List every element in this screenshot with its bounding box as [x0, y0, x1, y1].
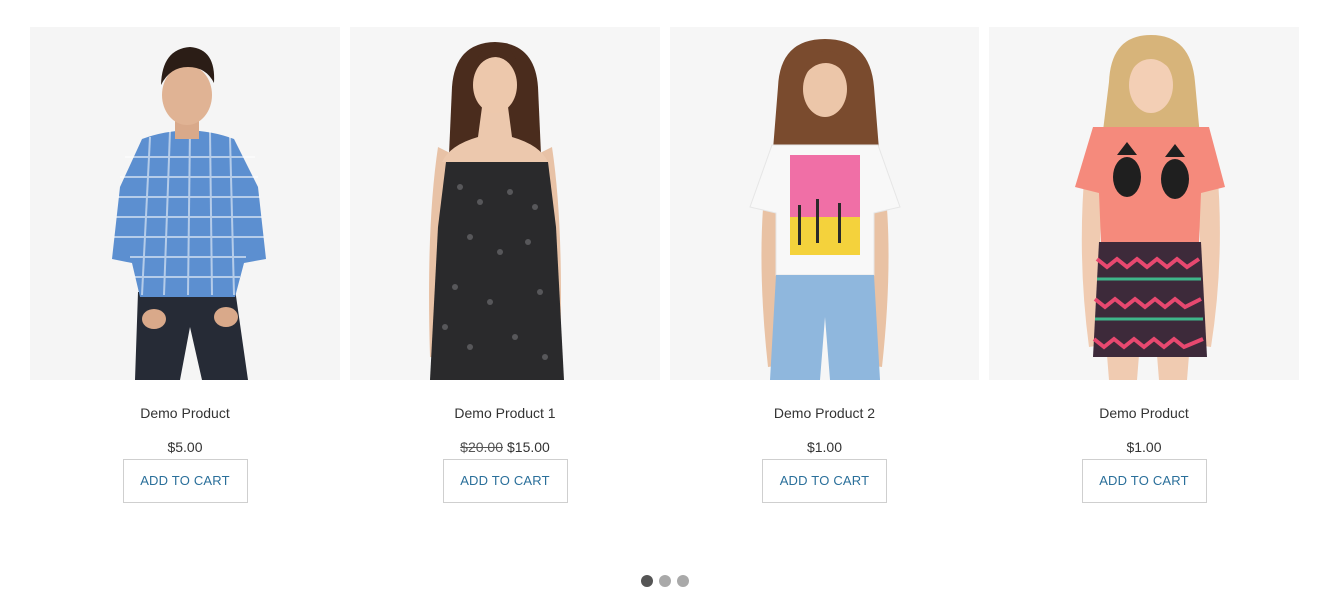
- add-to-cart-button[interactable]: ADD TO CART: [762, 459, 887, 503]
- add-to-cart-button[interactable]: ADD TO CART: [122, 459, 248, 503]
- product-card: Demo Product 1 $20.00 $15.00 ADD TO CART: [350, 27, 660, 503]
- product-price: $20.00 $15.00: [350, 437, 660, 457]
- product-card: Demo Product $5.00 ADD TO CART: [30, 27, 340, 503]
- add-to-cart-button[interactable]: ADD TO CART: [1081, 459, 1207, 503]
- product-name[interactable]: Demo Product 1: [350, 403, 660, 423]
- product-image[interactable]: [989, 27, 1299, 380]
- product-photo-tshirt-jeans: [670, 27, 979, 380]
- product-image[interactable]: [350, 27, 660, 380]
- product-photo-black-dress: [350, 27, 660, 380]
- product-name[interactable]: Demo Product 2: [670, 403, 979, 423]
- product-price-current: $1.00: [806, 439, 843, 455]
- pagination-dot-1[interactable]: [641, 575, 653, 587]
- product-price: $1.00: [989, 437, 1299, 457]
- pagination-dot-3[interactable]: [677, 575, 689, 587]
- product-price-current: $15.00: [507, 439, 550, 455]
- product-name[interactable]: Demo Product: [30, 403, 340, 423]
- product-name[interactable]: Demo Product: [989, 403, 1299, 423]
- product-photo-man: [30, 27, 340, 380]
- product-carousel: Demo Product $5.00 ADD TO CART Demo Prod…: [0, 0, 1332, 610]
- product-price-old: $20.00: [460, 439, 503, 455]
- product-price-current: $1.00: [1126, 439, 1162, 455]
- product-photo-coral-top-skirt: [989, 27, 1299, 380]
- pagination-dot-2[interactable]: [659, 575, 671, 587]
- product-card: Demo Product $1.00 ADD TO CART: [989, 27, 1299, 503]
- carousel-pagination: [641, 575, 689, 587]
- product-card: Demo Product 2 $1.00 ADD TO CART: [670, 27, 979, 503]
- product-price: $5.00: [30, 437, 340, 457]
- product-image[interactable]: [670, 27, 979, 380]
- product-image[interactable]: [30, 27, 340, 380]
- product-price-current: $5.00: [167, 439, 203, 455]
- product-price: $1.00: [670, 437, 979, 457]
- add-to-cart-button[interactable]: ADD TO CART: [442, 459, 568, 503]
